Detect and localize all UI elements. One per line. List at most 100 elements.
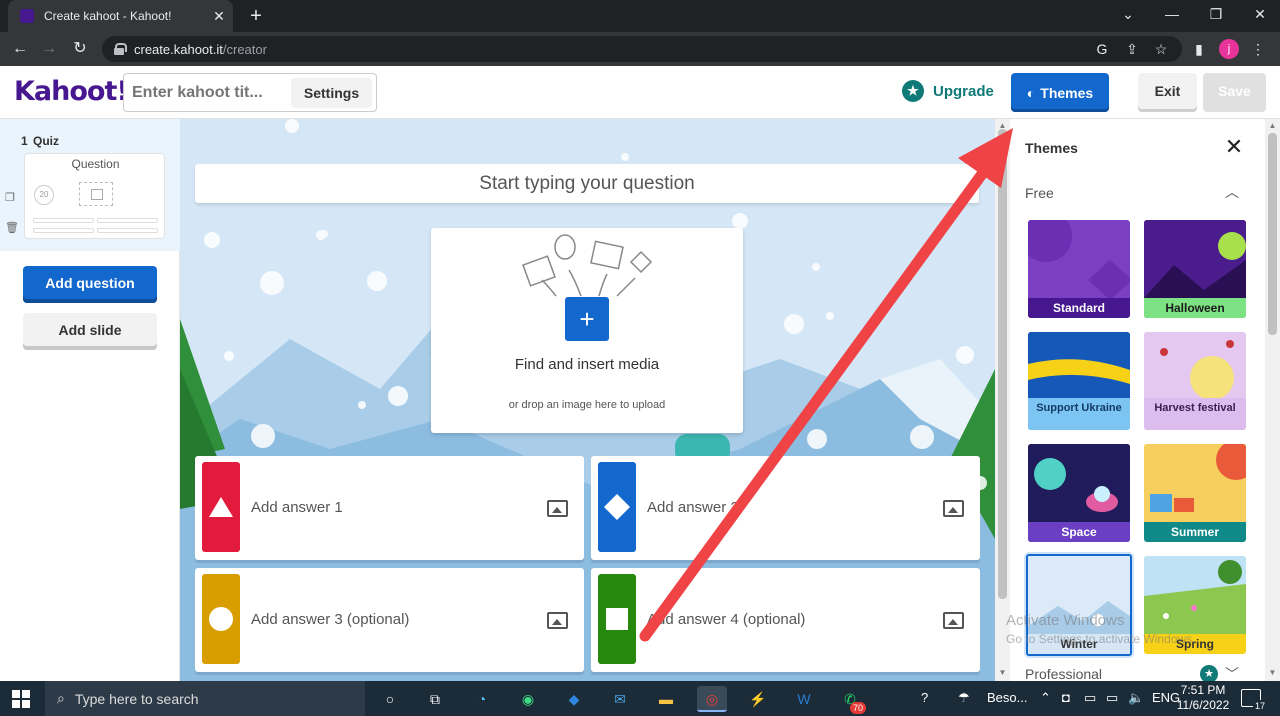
taskbar-search[interactable]: ⌕ Type here to search — [45, 681, 365, 716]
minimize-icon[interactable]: — — [1150, 0, 1194, 32]
cortana-icon[interactable]: ○ — [375, 686, 405, 712]
save-button[interactable]: Save — [1203, 73, 1266, 112]
edge-icon[interactable]: ◉ — [513, 686, 543, 712]
window-close-icon[interactable]: ✕ — [1238, 0, 1280, 32]
editor-scrollbar-thumb[interactable] — [998, 129, 1007, 599]
theme-card-standard[interactable]: Standard — [1028, 220, 1130, 318]
search-icon: ⌕ — [57, 690, 65, 706]
answer-2-text: Add answer 2 — [647, 499, 739, 516]
profile-avatar[interactable]: j — [1219, 39, 1239, 59]
theme-card-space[interactable]: Space — [1028, 444, 1130, 542]
browser-tab[interactable]: Create kahoot - Kahoot! ✕ — [8, 0, 233, 32]
kahoot-title-input[interactable] — [132, 78, 282, 108]
theme-card-summer[interactable]: Summer — [1144, 444, 1246, 542]
dropbox-icon[interactable]: ◆ — [559, 686, 589, 712]
answer-image-icon[interactable] — [943, 612, 964, 629]
meet-icon[interactable]: ◘ — [1062, 690, 1070, 705]
reload-icon[interactable]: ↻ — [68, 37, 92, 61]
notification-icon[interactable]: 17 — [1241, 689, 1267, 712]
address-bar[interactable]: create.kahoot.it/creator — [102, 36, 1182, 62]
media-title: Find and insert media — [514, 356, 660, 373]
tray-expand-icon[interactable]: ⌃ — [1040, 690, 1051, 706]
answer-3-field[interactable]: Add answer 3 (optional) — [195, 568, 584, 672]
windows-start-icon[interactable] — [12, 690, 30, 708]
answer-4-field[interactable]: Add answer 4 (optional) — [591, 568, 980, 672]
thumbnail-timer: 20 — [34, 185, 54, 205]
weather-text[interactable]: Beso... — [987, 690, 1027, 705]
exit-button[interactable]: Exit — [1138, 73, 1197, 112]
themes-scrollbar-thumb[interactable] — [1268, 133, 1277, 335]
google-icon[interactable]: G — [1092, 39, 1112, 59]
upgrade-label: Upgrade — [933, 82, 994, 100]
delete-icon[interactable]: 🗑 — [5, 221, 19, 234]
add-question-button[interactable]: Add question — [23, 266, 157, 303]
answer-image-icon[interactable] — [547, 612, 568, 629]
theme-card-harvest-festival[interactable]: Harvest festival — [1144, 332, 1246, 430]
theme-card-halloween[interactable]: Halloween — [1144, 220, 1246, 318]
notification-count: 17 — [1253, 700, 1267, 712]
chrome-icon[interactable]: ◎ — [697, 686, 727, 712]
browser-toolbar: ← → ↻ create.kahoot.it/creator G ⇪ ☆ ▮ j… — [0, 32, 1280, 66]
star-icon: ★ — [902, 80, 924, 102]
slide-list-item[interactable]: 1 Quiz ❐ 🗑 Question 20 — [0, 119, 180, 251]
lock-icon — [114, 43, 127, 55]
editor-scrollbar[interactable]: ▲ ▼ — [995, 119, 1010, 681]
kahoot-logo[interactable]: Kahoot! — [14, 76, 129, 107]
theme-name: Standard — [1028, 298, 1130, 318]
new-tab-button[interactable]: + — [244, 3, 268, 29]
add-slide-button[interactable]: Add slide — [23, 313, 157, 350]
close-icon[interactable]: ✕ — [1222, 135, 1246, 159]
answer-1-text: Add answer 1 — [251, 499, 343, 516]
section-professional[interactable]: Professional — [1025, 666, 1102, 681]
mail-icon[interactable]: ✉ — [605, 686, 635, 712]
forward-icon[interactable]: → — [37, 37, 61, 61]
volume-icon[interactable]: 🔈 — [1128, 690, 1144, 706]
cortana-app-icon[interactable]: ◔ — [467, 686, 497, 712]
taskbar-clock[interactable]: 7:51 PM 11/6/2022 — [1173, 683, 1233, 713]
media-illustration-icon — [522, 234, 653, 297]
media-upload-area[interactable]: + Find and insert media or drop an image… — [431, 228, 743, 433]
tab-close-icon[interactable]: ✕ — [205, 8, 233, 25]
themes-button[interactable]: ◐ Themes — [1011, 73, 1109, 112]
duplicate-icon[interactable]: ❐ — [5, 191, 15, 204]
tab-search-icon[interactable]: ⌄ — [1106, 0, 1150, 32]
answer-image-icon[interactable] — [943, 500, 964, 517]
section-free[interactable]: Free — [1025, 185, 1054, 201]
settings-button[interactable]: Settings — [291, 78, 372, 108]
scroll-down-icon[interactable]: ▼ — [995, 668, 1010, 677]
back-icon[interactable]: ← — [8, 37, 32, 61]
help-icon[interactable]: ? — [921, 690, 928, 705]
thumbnail-image-icon — [79, 182, 113, 206]
answer-2-field[interactable]: Add answer 2 — [591, 456, 980, 560]
premium-star-icon: ★ — [1200, 665, 1218, 681]
question-input[interactable]: Start typing your question — [195, 164, 979, 203]
restore-icon[interactable]: ❐ — [1194, 0, 1238, 32]
browser-menu-icon[interactable]: ⋮ — [1248, 39, 1268, 59]
weather-icon[interactable]: ☂ — [958, 690, 970, 706]
theme-name: Summer — [1144, 522, 1246, 542]
scroll-down-icon[interactable]: ▼ — [1265, 668, 1280, 677]
network-icon[interactable]: ▭ — [1106, 690, 1118, 706]
scroll-up-icon[interactable]: ▲ — [1265, 121, 1280, 130]
slide-thumbnail[interactable]: Question 20 — [24, 153, 165, 239]
theme-card-support-ukraine[interactable]: Support Ukraine — [1028, 332, 1130, 430]
media-subtitle: or drop an image here to upload — [508, 399, 666, 411]
side-panel-icon[interactable]: ▮ — [1189, 39, 1209, 59]
thumbnail-label: Question — [71, 157, 120, 171]
answer-4-text: Add answer 4 (optional) — [647, 611, 806, 628]
file-explorer-icon[interactable]: ▬ — [651, 686, 681, 712]
themes-panel-title: Themes — [1025, 140, 1078, 156]
upgrade-button[interactable]: ★ Upgrade — [902, 80, 994, 102]
onscreen-icon[interactable]: ▭ — [1084, 690, 1096, 706]
word-icon[interactable]: W — [789, 686, 819, 712]
app-icon[interactable]: ⚡ — [743, 686, 773, 712]
insert-media-plus-button[interactable]: + — [565, 297, 609, 341]
bookmark-star-icon[interactable]: ☆ — [1151, 39, 1171, 59]
chevron-up-icon[interactable]: ︿ — [1225, 182, 1239, 202]
themes-scrollbar[interactable]: ▲ ▼ — [1265, 119, 1280, 681]
chevron-down-icon[interactable]: ﹀ — [1225, 664, 1239, 681]
answer-image-icon[interactable] — [547, 500, 568, 517]
answer-1-field[interactable]: Add answer 1 — [195, 456, 584, 560]
task-view-icon[interactable]: ⧉ — [420, 686, 450, 712]
share-icon[interactable]: ⇪ — [1122, 39, 1142, 59]
